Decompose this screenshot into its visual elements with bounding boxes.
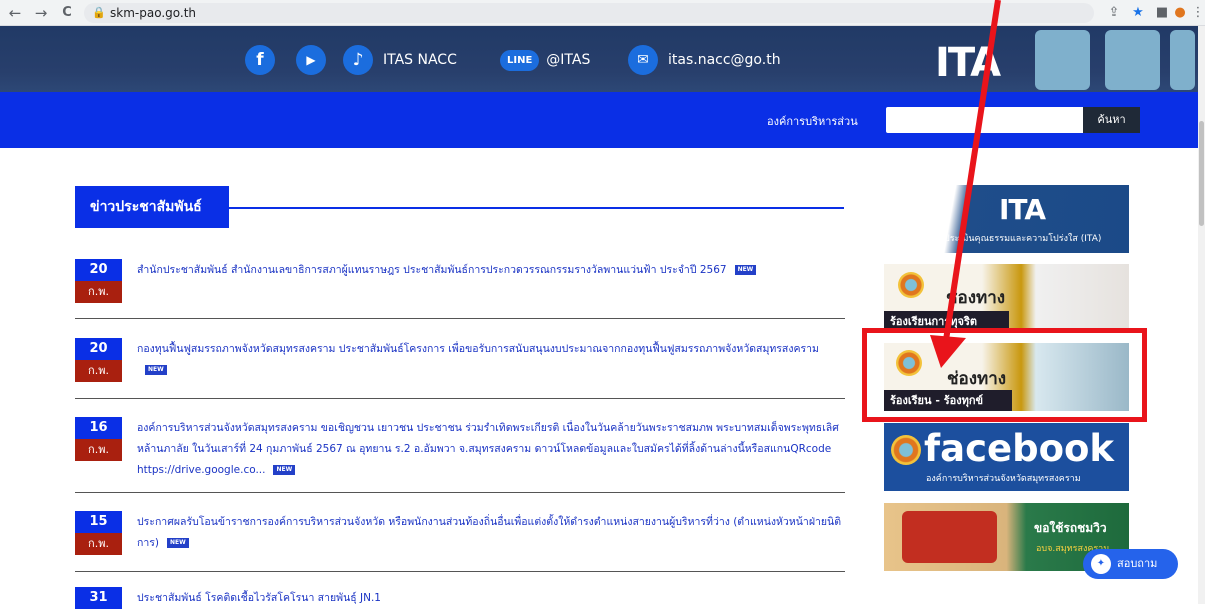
share-icon[interactable]: ⇪ <box>1106 5 1122 21</box>
mail-icon: ✉ <box>628 45 658 75</box>
news-divider <box>75 398 845 399</box>
news-link[interactable]: ประกาศผลรับโอนข้าราชการองค์การบริหารส่วน… <box>137 512 847 554</box>
back-icon[interactable]: ← <box>6 4 24 22</box>
news-title: สำนักประชาสัมพันธ์ สำนักงานเลขาธิการสภาผ… <box>137 264 727 276</box>
org-marquee-text: องค์การบริหารส่วน <box>767 115 858 128</box>
line-id-label: @ITAS <box>546 52 591 68</box>
forward-icon[interactable]: → <box>32 4 50 22</box>
youtube-link[interactable]: ▶ <box>296 45 326 75</box>
search-input[interactable] <box>886 107 1083 133</box>
date-day: 20 <box>75 338 122 360</box>
pao-seal-icon <box>898 272 924 298</box>
tab-icon[interactable]: ■ <box>1154 5 1170 21</box>
new-badge: NEW <box>273 465 296 475</box>
news-divider <box>75 492 845 493</box>
date-day: 31 <box>75 587 122 609</box>
header-band: องค์การบริหารส่วน ค้นหา <box>0 92 1198 148</box>
email-link[interactable]: ✉ itas.nacc@go.th <box>628 45 781 75</box>
messenger-icon: ✦ <box>1091 554 1111 574</box>
email-label: itas.nacc@go.th <box>668 52 781 68</box>
search-button[interactable]: ค้นหา <box>1083 107 1140 133</box>
date-day: 16 <box>75 417 122 439</box>
pao-seal-icon <box>891 435 921 465</box>
tiktok-itas-link[interactable]: ♪ ITAS NACC <box>343 45 457 75</box>
news-title: ประกาศผลรับโอนข้าราชการองค์การบริหารส่วน… <box>137 516 842 549</box>
news-divider <box>75 318 845 319</box>
facebook-icon: f <box>245 45 275 75</box>
highlight-box <box>862 328 1147 422</box>
news-divider <box>75 571 845 572</box>
date-badge: 20 ก.พ. <box>75 259 122 303</box>
date-month: ก.พ. <box>75 533 122 555</box>
date-badge: 31 <box>75 587 122 609</box>
date-badge: 20 ก.พ. <box>75 338 122 382</box>
ita-banner[interactable]: ITA ประเมินคุณธรรมและความโปร่งใส (ITA) <box>884 185 1129 253</box>
news-link[interactable]: กองทุนฟื้นฟูสมรรถภาพจังหวัดสมุทรสงคราม ป… <box>137 339 847 381</box>
corruption-complaint-banner[interactable]: ช่องทาง ร้องเรียนการทุจริต <box>884 264 1129 332</box>
news-link[interactable]: สำนักประชาสัมพันธ์ สำนักงานเลขาธิการสภาผ… <box>137 260 847 281</box>
news-link[interactable]: ประชาสัมพันธ์ โรคติดเชื้อไวรัสโคโรนา สาย… <box>137 588 847 609</box>
itas-nacc-label: ITAS NACC <box>383 52 457 68</box>
chat-button[interactable]: ✦ สอบถาม <box>1083 549 1178 579</box>
news-title: องค์การบริหารส่วนจังหวัดสมุทรสงคราม ขอเช… <box>137 422 839 476</box>
youtube-icon: ▶ <box>296 45 326 75</box>
decorative-illustration <box>1170 30 1195 90</box>
date-day: 15 <box>75 511 122 533</box>
url-text: skm-pao.go.th <box>110 6 197 20</box>
new-badge: NEW <box>734 265 757 275</box>
bookmark-star-icon[interactable]: ★ <box>1130 5 1146 21</box>
ita-banner-logo: ITA <box>999 193 1046 226</box>
date-month: ก.พ. <box>75 439 122 461</box>
ita-logo: ITA <box>935 40 1001 86</box>
scrollbar-thumb[interactable] <box>1199 121 1204 226</box>
lock-icon: 🔒 <box>92 6 106 19</box>
tram-image <box>902 511 997 563</box>
top-social-strip: f ▶ ♪ ITAS NACC LINE @ITAS ✉ itas.nacc@g… <box>0 26 1198 92</box>
facebook-link[interactable]: f <box>245 45 275 75</box>
tiktok-icon: ♪ <box>343 45 373 75</box>
news-title: กองทุนฟื้นฟูสมรรถภาพจังหวัดสมุทรสงคราม ป… <box>137 343 819 355</box>
decorative-illustration <box>1035 30 1090 90</box>
menu-kebab-icon[interactable]: ⋮ <box>1190 5 1205 21</box>
line-link[interactable]: LINE @ITAS <box>500 45 590 75</box>
section-divider <box>229 207 844 209</box>
new-badge: NEW <box>167 538 189 548</box>
browser-toolbar: ← → C 🔒 skm-pao.go.th ⇪ ★ ■ ● ⋮ <box>0 0 1205 26</box>
address-bar[interactable]: 🔒 skm-pao.go.th <box>84 3 1094 23</box>
line-icon: LINE <box>500 49 540 71</box>
date-badge: 15 ก.พ. <box>75 511 122 555</box>
ita-banner-caption: ประเมินคุณธรรมและความโปร่งใส (ITA) <box>944 234 1102 244</box>
date-day: 20 <box>75 259 122 281</box>
reload-icon[interactable]: C <box>58 4 76 22</box>
facebook-banner-caption: องค์การบริหารส่วนจังหวัดสมุทรสงคราม <box>926 474 1081 484</box>
date-badge: 16 ก.พ. <box>75 417 122 461</box>
new-badge: NEW <box>145 365 167 375</box>
date-month: ก.พ. <box>75 281 122 303</box>
facebook-banner[interactable]: facebook องค์การบริหารส่วนจังหวัดสมุทรสง… <box>884 423 1129 491</box>
news-title: ประชาสัมพันธ์ โรคติดเชื้อไวรัสโคโรนา สาย… <box>137 592 381 604</box>
page-scrollbar[interactable] <box>1198 26 1205 604</box>
tour-bus-title: ขอใช้รถชมวิว <box>1034 521 1107 535</box>
chat-label: สอบถาม <box>1117 557 1158 570</box>
facebook-wordmark: facebook <box>924 427 1115 470</box>
section-title: ข่าวประชาสัมพันธ์ <box>75 186 229 228</box>
profile-avatar[interactable]: ● <box>1172 5 1188 21</box>
date-month: ก.พ. <box>75 360 122 382</box>
news-link[interactable]: องค์การบริหารส่วนจังหวัดสมุทรสงคราม ขอเช… <box>137 418 847 481</box>
decorative-illustration <box>1105 30 1160 90</box>
corruption-banner-title: ช่องทาง <box>946 288 1006 308</box>
